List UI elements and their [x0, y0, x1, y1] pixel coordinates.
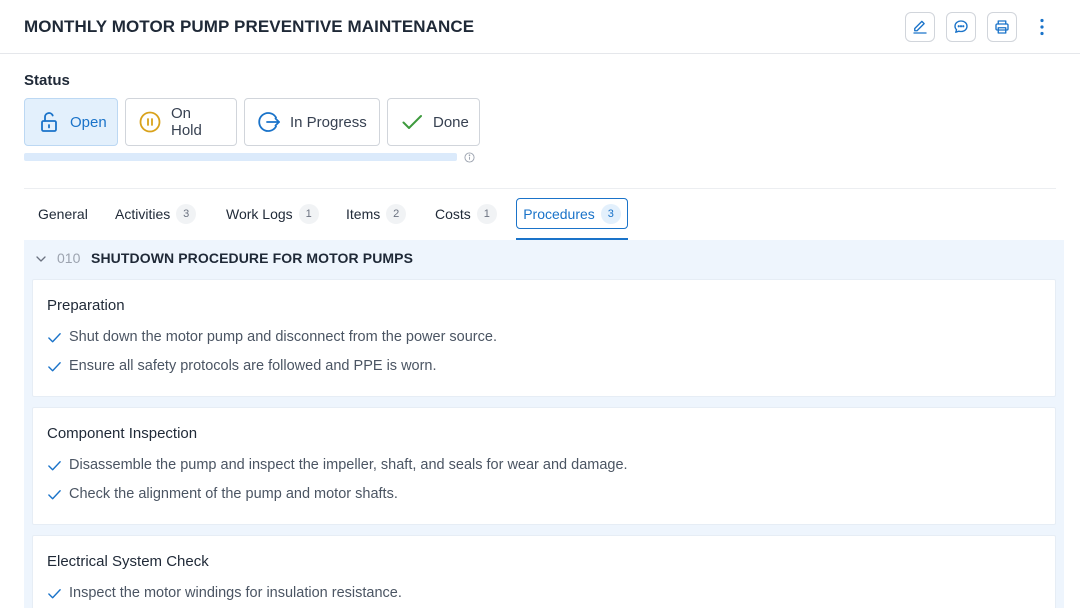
step-text: Shut down the motor pump and disconnect … — [69, 329, 497, 345]
procedure-header[interactable]: 010 SHUTDOWN PROCEDURE FOR MOTOR PUMPS — [24, 240, 1064, 278]
tab-general[interactable]: General — [28, 198, 98, 229]
info-icon[interactable] — [464, 152, 475, 163]
checkmark-icon — [48, 332, 61, 342]
step-text: Ensure all safety protocols are followed… — [69, 358, 437, 374]
unlock-icon — [41, 112, 57, 132]
tab-items-label: Items — [346, 205, 381, 222]
procedure-step: Inspect the motor windings for insulatio… — [47, 583, 402, 603]
edit-icon — [913, 20, 927, 34]
print-button[interactable] — [987, 12, 1017, 42]
tab-costs-count: 1 — [476, 203, 497, 224]
procedure-section-card: Component Inspection Disassemble the pum… — [32, 407, 1056, 525]
tab-work-logs-label: Work Logs — [226, 205, 293, 222]
page-title: MONTHLY MOTOR PUMP PREVENTIVE MAINTENANC… — [24, 17, 475, 36]
procedure-section-card: Electrical System Check Inspect the moto… — [32, 535, 1056, 608]
comments-button[interactable] — [946, 12, 976, 42]
status-on-hold-button[interactable]: On Hold — [125, 98, 237, 146]
procedure-step: Check the alignment of the pump and moto… — [47, 484, 398, 504]
step-text: Inspect the motor windings for insulatio… — [69, 585, 402, 601]
tab-procedures-count: 3 — [600, 203, 621, 224]
checkmark-icon — [48, 460, 61, 470]
tab-general-label: General — [38, 205, 88, 222]
tab-items-count: 2 — [386, 203, 407, 224]
status-done-button[interactable]: Done — [387, 98, 480, 146]
tab-procedures[interactable]: Procedures 3 — [516, 198, 628, 229]
checkmark-icon — [48, 588, 61, 598]
step-text: Check the alignment of the pump and moto… — [69, 486, 398, 502]
pause-circle-icon — [139, 111, 161, 133]
comments-icon — [954, 20, 968, 33]
step-text: Disassemble the pump and inspect the imp… — [69, 457, 628, 473]
procedure-code: 010 — [57, 250, 81, 266]
procedure-step: Ensure all safety protocols are followed… — [47, 356, 437, 376]
status-open-button[interactable]: Open — [24, 98, 118, 146]
tab-work-logs-count: 1 — [298, 203, 319, 224]
status-in-progress-button[interactable]: In Progress — [244, 98, 380, 146]
check-icon — [402, 115, 422, 129]
status-open-label: Open — [70, 113, 107, 131]
tab-activities-label: Activities — [115, 205, 171, 222]
status-in-progress-label: In Progress — [290, 113, 367, 131]
tab-costs-label: Costs — [435, 205, 471, 222]
procedure-step: Disassemble the pump and inspect the imp… — [47, 455, 628, 475]
tab-activities[interactable]: Activities 3 — [105, 198, 206, 229]
tab-items[interactable]: Items 2 — [336, 198, 416, 229]
section-title: Electrical System Check — [47, 553, 209, 570]
divider — [24, 188, 1056, 189]
section-title: Component Inspection — [47, 425, 198, 442]
more-options-button[interactable] — [1030, 12, 1054, 42]
more-vertical-icon — [1040, 18, 1044, 36]
tab-activities-count: 3 — [176, 203, 197, 224]
checkmark-icon — [48, 361, 61, 371]
procedure-title: SHUTDOWN PROCEDURE FOR MOTOR PUMPS — [91, 250, 414, 266]
arrow-right-circle-icon — [258, 112, 280, 132]
procedure-step: Shut down the motor pump and disconnect … — [47, 327, 497, 347]
tab-procedures-label: Procedures — [523, 205, 595, 222]
status-done-label: Done — [433, 113, 469, 131]
chevron-down-icon[interactable] — [35, 253, 47, 265]
checkmark-icon — [48, 489, 61, 499]
status-on-hold-label: On Hold — [171, 105, 202, 139]
page-header: MONTHLY MOTOR PUMP PREVENTIVE MAINTENANC… — [0, 0, 1080, 54]
tab-work-logs[interactable]: Work Logs 1 — [216, 198, 329, 229]
section-title: Preparation — [47, 297, 125, 314]
status-progress-bar — [24, 153, 457, 161]
procedures-panel: 010 SHUTDOWN PROCEDURE FOR MOTOR PUMPS P… — [24, 240, 1064, 608]
procedure-section-card: Preparation Shut down the motor pump and… — [32, 279, 1056, 397]
tab-costs[interactable]: Costs 1 — [425, 198, 507, 229]
status-label: Status — [24, 72, 70, 89]
print-icon — [995, 20, 1009, 34]
edit-button[interactable] — [905, 12, 935, 42]
